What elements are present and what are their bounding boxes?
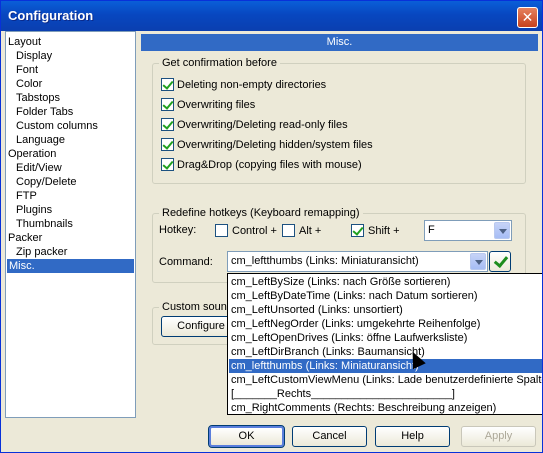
alt-checkbox[interactable] — [282, 224, 295, 237]
tree-item[interactable]: Language — [16, 133, 65, 147]
tree-item[interactable]: Copy/Delete — [16, 175, 77, 189]
dropdown-option[interactable]: cm_LeftNegOrder (Links: umgekehrte Reihe… — [229, 317, 542, 331]
title-bar[interactable]: Configuration ✕ — [1, 1, 542, 31]
tree-item[interactable]: Misc. — [7, 259, 134, 273]
tree-item[interactable]: Plugins — [16, 203, 52, 217]
alt-label: Alt + — [299, 225, 322, 237]
command-select[interactable]: cm_leftthumbs (Links: Miniaturansicht) — [227, 251, 488, 272]
help-button[interactable]: Help — [375, 426, 450, 447]
confirm-option-checkbox[interactable] — [161, 138, 174, 151]
tree-item[interactable]: Color — [16, 77, 42, 91]
chevron-down-icon[interactable] — [494, 222, 510, 239]
dropdown-option[interactable]: cm_LeftCustomViewMenu (Links: Lade benut… — [229, 373, 542, 387]
sound-group-title: Custom sound — [159, 301, 236, 314]
tree-item[interactable]: Thumbnails — [16, 217, 73, 231]
dropdown-option[interactable]: cm_LeftDirBranch (Links: Baumansicht) — [229, 345, 542, 359]
confirm-option-checkbox[interactable] — [161, 158, 174, 171]
configuration-window: Configuration ✕ Layout Display Font Color Ta… — [0, 0, 543, 453]
dropdown-option[interactable]: cm_LeftOpenDrives (Links: öffne Laufwerk… — [229, 331, 542, 345]
confirm-option-checkbox[interactable] — [161, 78, 174, 91]
shift-label: Shift + — [368, 225, 400, 237]
confirm-option-label: Drag&Drop (copying files with mouse) — [177, 159, 362, 171]
ok-button[interactable]: OK — [208, 425, 285, 448]
dropdown-option[interactable]: cm_LeftByDateTime (Links: nach Datum sor… — [229, 289, 542, 303]
tree-item[interactable]: Folder Tabs — [16, 105, 73, 119]
command-dropdown-list[interactable]: cm_LeftBySize (Links: nach Größe sortier… — [227, 273, 542, 415]
confirm-option-checkbox[interactable] — [161, 98, 174, 111]
confirm-option-label: Overwriting/Deleting hidden/system files — [177, 139, 373, 151]
tree-item[interactable]: Layout — [8, 35, 41, 49]
apply-button[interactable]: Apply — [461, 426, 536, 447]
hotkey-label: Hotkey: — [159, 224, 197, 236]
control-label: Control + — [232, 225, 277, 237]
dropdown-option[interactable]: cm_LeftUnsorted (Links: unsortiert) — [229, 303, 542, 317]
tree-item[interactable]: FTP — [16, 189, 37, 203]
panel-title: Misc. — [141, 34, 538, 51]
tree-item[interactable]: Display — [16, 49, 52, 63]
settings-tree[interactable]: Layout Display Font Color Tabstops Folder Tab… — [5, 31, 136, 418]
window-title: Configuration — [8, 8, 94, 23]
tree-item[interactable]: Zip packer — [16, 245, 67, 259]
dropdown-option[interactable]: cm_LeftBySize (Links: nach Größe sortier… — [229, 275, 542, 289]
confirm-option-label: Overwriting/Deleting read-only files — [177, 119, 348, 131]
hotkey-group-title: Redefine hotkeys (Keyboard remapping) — [159, 207, 363, 220]
chevron-down-icon[interactable] — [470, 253, 486, 270]
shift-checkbox[interactable] — [351, 224, 364, 237]
confirm-option-label: Overwriting files — [177, 99, 256, 111]
dropdown-option[interactable]: cm_leftthumbs (Links: Miniaturansicht) — [229, 359, 542, 373]
dropdown-option[interactable]: cm_RightComments (Rechts: Beschreibung a… — [229, 401, 542, 414]
key-select[interactable]: F — [424, 220, 512, 241]
command-select-value: cm_leftthumbs (Links: Miniaturansicht) — [231, 255, 419, 267]
tree-item[interactable]: Edit/View — [16, 161, 62, 175]
key-select-value: F — [428, 224, 435, 236]
dropdown-option[interactable]: [_______Rechts_______________________] — [229, 387, 542, 401]
tree-item[interactable]: Operation — [8, 147, 56, 161]
command-label: Command: — [159, 256, 213, 268]
tree-item[interactable]: Packer — [8, 231, 42, 245]
tree-item[interactable]: Tabstops — [16, 91, 60, 105]
control-checkbox[interactable] — [215, 224, 228, 237]
confirm-group-title: Get confirmation before — [159, 57, 280, 70]
tree-item[interactable]: Custom columns — [16, 119, 98, 133]
close-icon[interactable]: ✕ — [517, 7, 538, 28]
confirm-option-checkbox[interactable] — [161, 118, 174, 131]
tree-item[interactable]: Font — [16, 63, 38, 77]
confirm-option-label: Deleting non-empty directories — [177, 79, 327, 91]
cancel-button[interactable]: Cancel — [292, 426, 367, 447]
confirm-check-button[interactable] — [489, 251, 511, 272]
